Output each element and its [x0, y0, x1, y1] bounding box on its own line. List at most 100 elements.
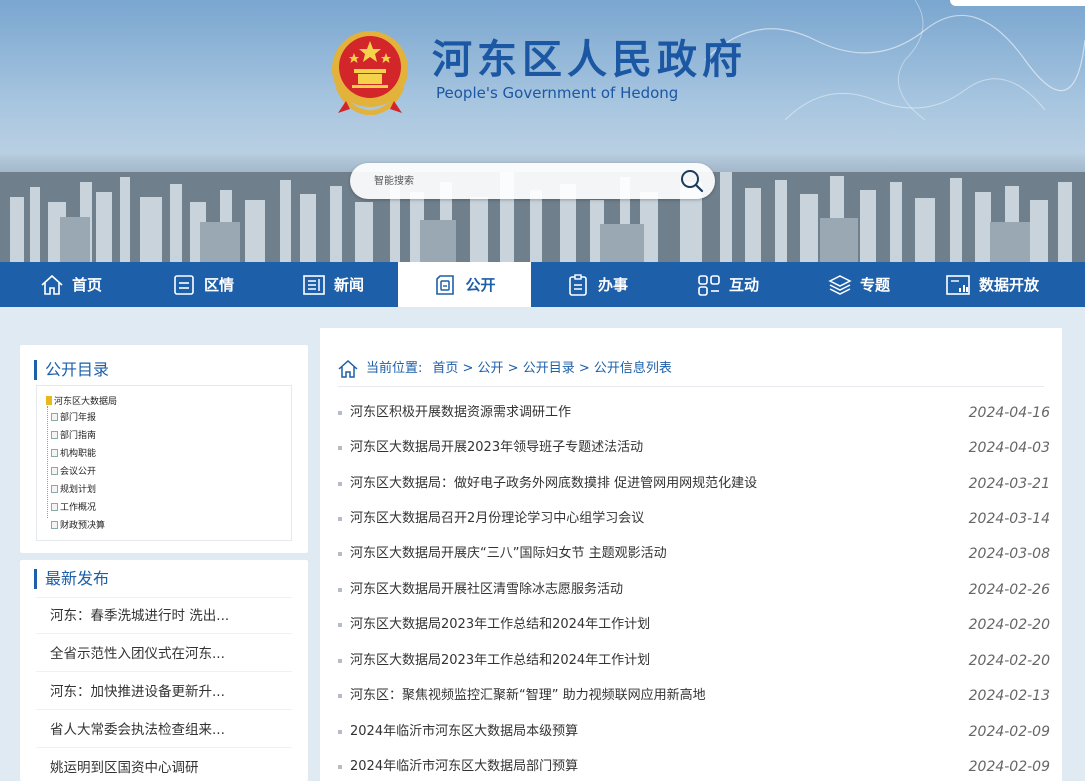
nav-item-open-data[interactable]: 数据开放 — [945, 262, 1039, 307]
tree-item[interactable]: 机构职能 — [51, 448, 96, 460]
file-icon — [51, 431, 58, 439]
breadcrumb-path[interactable]: 首页 > 公开 > 公开目录 > 公开信息列表 — [432, 360, 671, 378]
data-chart-icon — [946, 274, 970, 295]
nav-item-services[interactable]: 办事 — [566, 262, 628, 307]
list-item-title[interactable]: 河东区大数据局：做好电子政务外网底数摸排 促进管网用网规范化建设 — [350, 475, 757, 493]
tree-root[interactable]: 河东区大数据局 — [46, 396, 117, 408]
list-item[interactable]: 2024年临沂市河东区大数据局部门预算 2024-02-09 — [338, 758, 1050, 776]
folder-icon — [46, 396, 52, 405]
tree-item[interactable]: 部门年报 — [51, 412, 96, 424]
tree-item[interactable]: 会议公开 — [51, 466, 96, 478]
list-item[interactable]: 河东区大数据局召开2月份理论学习中心组学习会议 2024-03-14 — [338, 510, 1050, 528]
list-item-date: 2024-04-03 — [968, 440, 1050, 456]
list-item[interactable]: 2024年临沂市河东区大数据局本级预算 2024-02-09 — [338, 723, 1050, 741]
bullet-icon — [338, 694, 342, 698]
main-nav: 首页 区情 新闻 公开 办事 互动 专题 数据开放 — [0, 262, 1085, 307]
catalog-tree: 河东区大数据局 部门年报 部门指南 机构职能 会议公开 规划计划 工作概况 财政… — [36, 385, 292, 541]
site-header: 河东区人民政府 People's Government of Hedong — [0, 0, 1085, 262]
file-icon — [51, 413, 58, 421]
list-item-title[interactable]: 河东区大数据局召开2月份理论学习中心组学习会议 — [350, 510, 644, 528]
bullet-icon — [338, 623, 342, 627]
divider — [338, 386, 1044, 387]
clipboard-icon — [569, 273, 587, 296]
list-item-title[interactable]: 河东区积极开展数据资源需求调研工作 — [350, 404, 571, 422]
list-item-title[interactable]: 河东区大数据局开展庆“三八”国际妇女节 主题观影活动 — [350, 545, 667, 563]
document-icon — [174, 274, 194, 295]
divider — [36, 709, 292, 710]
list-item-date: 2024-02-09 — [968, 724, 1050, 740]
latest-news-item[interactable]: 河东：春季洗城进行时 洗出... — [50, 607, 229, 625]
nav-label-topics: 专题 — [860, 276, 891, 294]
search-icon — [681, 170, 704, 193]
list-item[interactable]: 河东区积极开展数据资源需求调研工作 2024-04-16 — [338, 404, 1050, 422]
list-item[interactable]: 河东区大数据局2023年工作总结和2024年工作计划 2024-02-20 — [338, 652, 1050, 670]
divider — [36, 671, 292, 672]
search-button[interactable] — [679, 168, 705, 194]
nav-label-services: 办事 — [598, 276, 629, 294]
nav-label-open-data: 数据开放 — [979, 276, 1040, 294]
list-item-title[interactable]: 2024年临沂市河东区大数据局部门预算 — [350, 758, 578, 776]
latest-news-item[interactable]: 省人大常委会执法检查组来... — [50, 721, 225, 739]
interaction-icon — [698, 274, 720, 296]
list-item-title[interactable]: 河东区大数据局开展2023年领导班子专题述法活动 — [350, 439, 643, 457]
list-item-date: 2024-02-09 — [968, 759, 1050, 775]
list-item[interactable]: 河东区：聚焦视频监控汇聚新“智理” 助力视频联网应用新高地 2024-02-13 — [338, 687, 1050, 705]
nav-item-disclosure[interactable]: 公开 — [398, 262, 531, 307]
nav-label-interaction: 互动 — [729, 276, 760, 294]
nav-label-news: 新闻 — [334, 276, 365, 294]
nav-item-topics[interactable]: 专题 — [828, 262, 890, 307]
list-item[interactable]: 河东区大数据局开展社区清雪除冰志愿服务活动 2024-02-26 — [338, 581, 1050, 599]
nav-label-home: 首页 — [72, 276, 103, 294]
site-title: 河东区人民政府 — [432, 37, 747, 83]
content-panel: 当前位置: 首页 > 公开 > 公开目录 > 公开信息列表 河东区积极开展数据资… — [320, 328, 1062, 781]
bullet-icon — [338, 730, 342, 734]
tree-item[interactable]: 规划计划 — [51, 484, 96, 496]
latest-news-item[interactable]: 姚运明到区国资中心调研 — [50, 759, 199, 777]
nav-item-home[interactable]: 首页 — [40, 262, 102, 307]
national-emblem-logo — [332, 31, 408, 115]
nav-item-interaction[interactable]: 互动 — [697, 262, 759, 307]
bullet-icon — [338, 552, 342, 556]
file-icon — [51, 449, 58, 457]
list-item-title[interactable]: 河东区大数据局开展社区清雪除冰志愿服务活动 — [350, 581, 623, 599]
search-input[interactable] — [374, 172, 674, 190]
divider — [36, 633, 292, 634]
list-item-date: 2024-02-20 — [968, 653, 1050, 669]
list-item[interactable]: 河东区大数据局开展庆“三八”国际妇女节 主题观影活动 2024-03-08 — [338, 545, 1050, 563]
tree-guide-line — [47, 406, 48, 518]
catalog-title: 公开目录 — [34, 360, 109, 380]
tree-item[interactable]: 部门指南 — [51, 430, 96, 442]
bullet-icon — [338, 765, 342, 769]
list-item-title[interactable]: 河东区大数据局2023年工作总结和2024年工作计划 — [350, 652, 650, 670]
list-item[interactable]: 河东区大数据局开展2023年领导班子专题述法活动 2024-04-03 — [338, 439, 1050, 457]
list-item-date: 2024-03-08 — [968, 546, 1050, 562]
home-icon — [338, 360, 358, 378]
site-subtitle: People's Government of Hedong — [436, 84, 679, 102]
bullet-icon — [338, 659, 342, 663]
list-item-title[interactable]: 河东区大数据局2023年工作总结和2024年工作计划 — [350, 616, 650, 634]
latest-news-item[interactable]: 全省示范性入团仪式在河东... — [50, 645, 225, 663]
home-icon — [41, 274, 63, 295]
file-icon — [51, 485, 58, 493]
nav-label-disclosure: 公开 — [465, 276, 496, 294]
list-item-date: 2024-02-20 — [968, 617, 1050, 633]
divider — [36, 597, 292, 598]
list-item[interactable]: 河东区大数据局2023年工作总结和2024年工作计划 2024-02-20 — [338, 616, 1050, 634]
nav-item-news[interactable]: 新闻 — [302, 262, 364, 307]
tree-item[interactable]: 工作概况 — [51, 502, 96, 514]
tree-item[interactable]: 财政预决算 — [51, 520, 105, 532]
list-item-date: 2024-03-14 — [968, 511, 1050, 527]
list-item-date: 2024-03-21 — [968, 476, 1050, 492]
city-skyline-image — [0, 172, 1085, 262]
search-bar — [350, 163, 715, 199]
bullet-icon — [338, 482, 342, 486]
list-item[interactable]: 河东区大数据局：做好电子政务外网底数摸排 促进管网用网规范化建设 2024-03-… — [338, 475, 1050, 493]
nav-item-overview[interactable]: 区情 — [172, 262, 234, 307]
list-item-date: 2024-02-13 — [968, 688, 1050, 704]
latest-news-item[interactable]: 河东：加快推进设备更新升... — [50, 683, 225, 701]
list-item-title[interactable]: 河东区：聚焦视频监控汇聚新“智理” 助力视频联网应用新高地 — [350, 687, 706, 705]
divider — [36, 747, 292, 748]
disclosure-icon — [436, 274, 455, 295]
breadcrumb: 当前位置: 首页 > 公开 > 公开目录 > 公开信息列表 — [338, 360, 672, 378]
list-item-title[interactable]: 2024年临沂市河东区大数据局本级预算 — [350, 723, 578, 741]
